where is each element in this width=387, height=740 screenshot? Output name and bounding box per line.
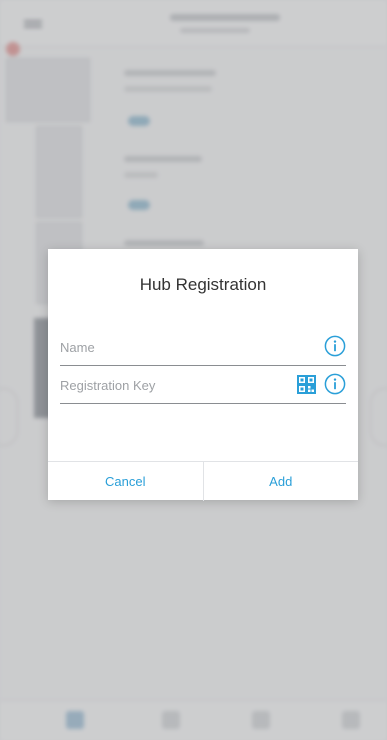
dialog-actions: Cancel Add (48, 461, 358, 501)
name-info-icon[interactable] (324, 335, 346, 357)
screen: Hub Registration Name Registration Key C… (0, 0, 387, 740)
registration-key-info-icon[interactable] (324, 373, 346, 395)
name-input[interactable] (60, 335, 280, 359)
registration-key-field (60, 369, 346, 404)
name-field (60, 331, 346, 366)
dialog-title: Hub Registration (139, 275, 267, 294)
hub-registration-dialog: Hub Registration Name Registration Key C… (48, 249, 358, 501)
registration-key-input[interactable] (60, 373, 280, 397)
qr-code-icon[interactable] (297, 375, 316, 394)
cancel-button[interactable]: Cancel (48, 462, 204, 501)
add-button[interactable]: Add (204, 462, 359, 501)
